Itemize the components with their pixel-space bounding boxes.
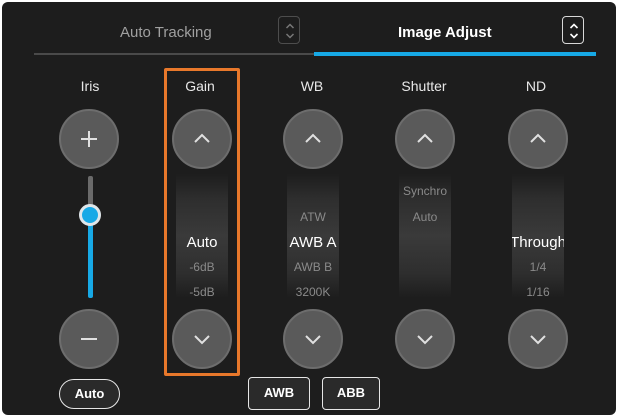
chevron-up-icon [417,133,433,143]
wb-value-option[interactable]: AWB B [287,260,339,274]
shutter-title: Shutter [401,78,447,94]
wb-title: WB [300,78,324,94]
wb-value-option[interactable]: 3200K [287,285,339,298]
image-adjust-spinner[interactable] [562,16,584,44]
nd-value-option[interactable]: 1/16 [512,285,564,298]
shutter-value-wheel[interactable]: Synchro Auto [399,174,451,298]
nd-value-wheel[interactable]: Through 1/4 1/16 [512,174,564,298]
wb-up-button[interactable] [283,109,343,169]
up-down-chevron-icon [285,23,295,39]
iris-minus-button[interactable] [59,309,119,369]
wb-down-button[interactable] [283,309,343,369]
tab-auto-tracking[interactable]: Auto Tracking [120,24,212,41]
tab-underline-active [314,52,596,56]
tab-bar: Auto Tracking Image Adjust [2,2,616,60]
tab-image-adjust[interactable]: Image Adjust [398,24,492,41]
nd-title: ND [525,78,547,94]
abb-button[interactable]: ABB [322,377,380,410]
shutter-up-button[interactable] [395,109,455,169]
tab-underline-inactive [34,53,314,55]
chevron-down-icon [530,335,546,345]
chevron-up-icon [305,133,321,143]
iris-slider-fill [88,216,93,298]
shutter-down-button[interactable] [395,309,455,369]
nd-down-button[interactable] [508,309,568,369]
wb-value-wheel[interactable]: ATW AWB A AWB B 3200K [287,174,339,298]
chevron-down-icon [305,335,321,345]
minus-icon [81,338,97,340]
plus-icon [81,131,97,147]
nd-up-button[interactable] [508,109,568,169]
image-adjust-panel: Auto Tracking Image Adjust Iris Gain WB … [2,2,616,415]
awb-button[interactable]: AWB [248,377,310,410]
gain-highlight-box [164,68,240,376]
chevron-down-icon [417,335,433,345]
nd-value-option[interactable]: 1/4 [512,260,564,274]
shutter-value-option[interactable]: Synchro [399,184,451,198]
iris-title: Iris [80,78,100,94]
auto-tracking-spinner[interactable] [278,16,300,44]
wb-value-option[interactable]: ATW [287,210,339,224]
iris-auto-button[interactable]: Auto [59,379,120,409]
wb-value-selected[interactable]: AWB A [287,234,339,251]
iris-plus-button[interactable] [59,109,119,169]
shutter-value-option[interactable]: Auto [399,210,451,224]
iris-slider-handle[interactable] [79,204,101,226]
nd-value-selected[interactable]: Through [512,234,564,251]
up-down-chevron-icon [569,23,579,39]
chevron-up-icon [530,133,546,143]
